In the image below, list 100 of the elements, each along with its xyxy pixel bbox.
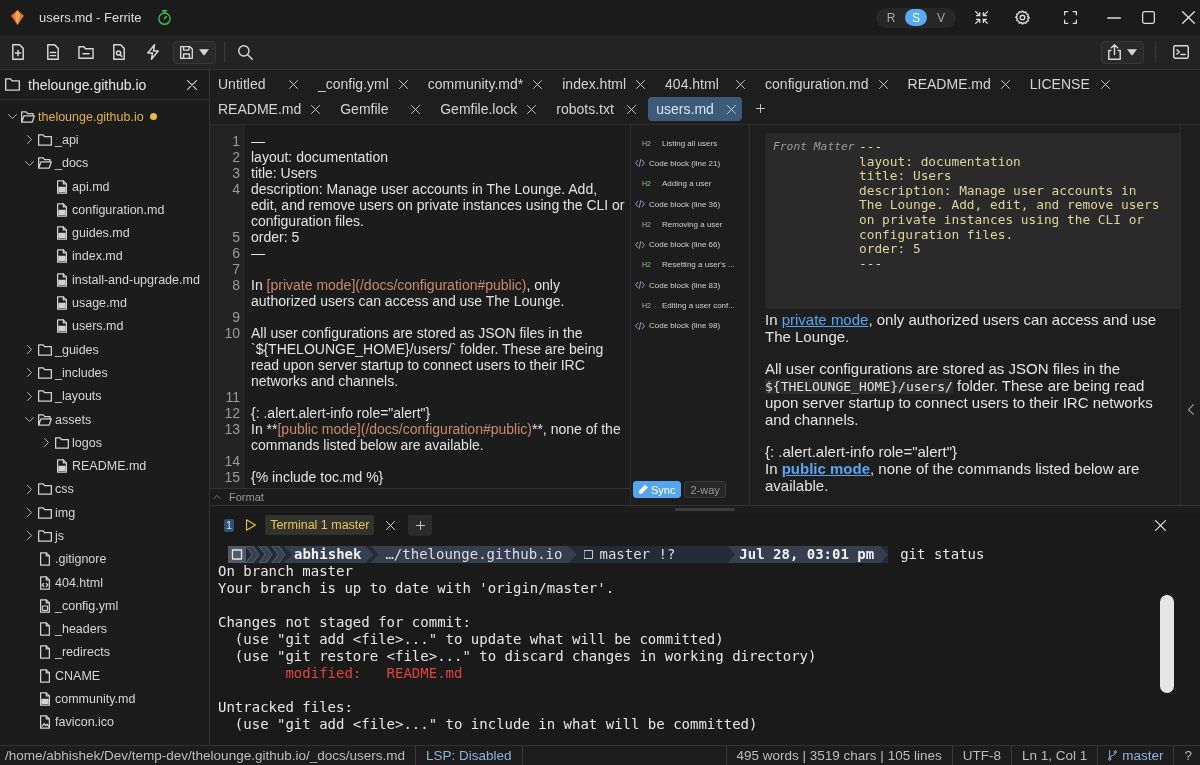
terminal-tab[interactable]: Terminal 1 master (265, 515, 375, 535)
outline-item[interactable]: Resetting a user's ... (662, 260, 735, 270)
close-icon[interactable] (527, 104, 537, 114)
close-icon[interactable] (1000, 79, 1010, 89)
tree-item[interactable]: guides.md (72, 226, 130, 241)
help-button[interactable]: ? (1184, 748, 1192, 763)
tree-item[interactable]: _includes (55, 365, 108, 380)
editor-tab[interactable]: Gemfile.lock (432, 97, 543, 121)
minimize-icon[interactable] (1107, 16, 1121, 19)
plus-icon[interactable] (756, 104, 766, 113)
tree-item[interactable]: favicon.ico (55, 715, 115, 730)
save-dropdown[interactable] (173, 40, 216, 64)
collapse-arrows-icon[interactable] (975, 11, 988, 24)
tree-item[interactable]: js (55, 529, 65, 543)
editor-tab[interactable]: robots.txt (548, 97, 643, 121)
chevron-right-icon[interactable] (26, 484, 32, 494)
settings-icon[interactable] (1015, 10, 1030, 25)
tree-item[interactable]: _config.yml (55, 598, 119, 613)
export-dropdown[interactable] (1101, 40, 1144, 64)
tree-item[interactable]: _docs (55, 156, 89, 171)
tree-item[interactable]: assets (55, 412, 92, 427)
chevron-right-icon[interactable] (26, 531, 32, 541)
outline-item[interactable]: Listing all users (662, 138, 718, 148)
close-icon[interactable] (289, 79, 298, 89)
preview-link[interactable]: public mode (781, 460, 871, 478)
lightning-icon[interactable] (147, 44, 159, 60)
outline-item[interactable]: Adding a user (662, 179, 712, 189)
encoding[interactable]: UTF-8 (962, 748, 1001, 763)
close-icon[interactable] (1155, 519, 1166, 531)
tree-item[interactable]: usage.md (72, 296, 127, 310)
outline-item[interactable]: Code block (line 36) (649, 199, 721, 209)
outline-item[interactable]: Editing a user conf... (662, 301, 735, 310)
outline-item[interactable]: Removing a user (662, 219, 723, 229)
tree-item[interactable]: _api (55, 132, 79, 147)
view-mode-button[interactable]: R (880, 9, 902, 26)
scrollbar-thumb[interactable] (1160, 595, 1174, 693)
editor-tab[interactable]: 404.html (657, 72, 752, 96)
terminal-icon[interactable] (1173, 45, 1189, 59)
folder-icon[interactable] (78, 45, 94, 59)
tree-item[interactable]: README.md (72, 459, 147, 474)
chevron-right-icon[interactable] (26, 368, 32, 378)
chevron-down-icon[interactable] (24, 160, 34, 166)
close-icon[interactable] (311, 104, 321, 114)
close-icon[interactable] (533, 79, 543, 89)
editor-tab[interactable]: Untitled (210, 72, 304, 96)
tree-item[interactable]: index.md (72, 249, 123, 264)
chevron-right-icon[interactable] (26, 391, 32, 401)
close-icon[interactable] (736, 79, 746, 89)
tree-item[interactable]: css (55, 482, 74, 497)
chevron-right-icon[interactable] (26, 345, 32, 355)
outline-item[interactable]: Code block (line 83) (649, 280, 721, 290)
editor-tab[interactable]: README.md (899, 72, 1016, 96)
tree-item[interactable]: configuration.md (72, 202, 165, 217)
resize-handle[interactable] (675, 508, 735, 511)
close-icon[interactable] (411, 104, 421, 114)
tree-item[interactable]: logos (72, 435, 102, 450)
chevron-right-icon[interactable] (43, 438, 49, 448)
close-icon[interactable] (627, 104, 637, 114)
editor-tab[interactable]: users.md (648, 97, 743, 121)
fullscreen-icon[interactable] (1064, 11, 1077, 24)
editor-tab[interactable]: LICENSE (1021, 72, 1116, 96)
tree-item[interactable]: img (55, 505, 76, 520)
format-label[interactable]: Format (229, 491, 264, 503)
tree-item[interactable]: _redirects (55, 645, 110, 660)
chevron-right-icon[interactable] (26, 508, 32, 518)
close-icon[interactable] (187, 79, 197, 90)
tree-item[interactable]: _layouts (55, 389, 102, 404)
view-mode-button[interactable]: V (930, 9, 952, 26)
editor-tab[interactable]: configuration.md (757, 72, 894, 96)
close-icon[interactable] (398, 79, 408, 89)
chevron-up-icon[interactable] (213, 495, 221, 499)
outline-item[interactable]: Code block (line 21) (649, 158, 721, 168)
close-icon[interactable] (1182, 11, 1195, 24)
outline-item[interactable]: Code block (line 98) (649, 321, 721, 331)
file-search-icon[interactable] (113, 44, 125, 60)
tree-item[interactable]: _headers (55, 622, 108, 637)
tree-item[interactable]: community.md (55, 692, 136, 707)
editor-tab[interactable]: community.md* (419, 72, 549, 96)
tree-item[interactable]: api.md (72, 179, 110, 194)
two-way-button[interactable]: 2-way (684, 481, 726, 498)
editor-tab[interactable]: README.md (210, 97, 327, 121)
play-icon[interactable] (246, 519, 257, 531)
tree-item[interactable]: .gitignore (55, 552, 107, 567)
chevron-down-icon[interactable] (24, 417, 34, 422)
new-file-icon[interactable] (12, 44, 24, 60)
lsp-status[interactable]: LSP: Disabled (426, 748, 512, 763)
tree-item[interactable]: CNAME (55, 668, 101, 683)
tree-item[interactable]: install-and-upgrade.md (72, 272, 200, 287)
search-icon[interactable] (238, 44, 253, 60)
tree-item[interactable]: thelounge.github.io (38, 109, 144, 124)
tree-item[interactable]: users.md (72, 319, 124, 334)
tree-item[interactable]: _guides (55, 342, 99, 357)
close-icon[interactable] (386, 520, 396, 530)
maximize-icon[interactable] (1142, 11, 1155, 24)
tree-item[interactable]: 404.html (55, 575, 103, 590)
file-icon[interactable] (47, 44, 59, 60)
preview-link[interactable]: private mode (781, 311, 869, 329)
stopwatch-icon[interactable] (157, 10, 171, 25)
close-icon[interactable] (1100, 79, 1110, 89)
chevron-down-icon[interactable] (7, 114, 17, 120)
